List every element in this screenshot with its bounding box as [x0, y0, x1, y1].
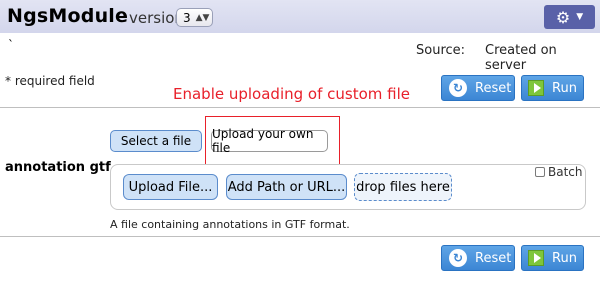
field-label-annotation-gtf: annotation gtf [5, 160, 111, 175]
batch-label: Batch [548, 165, 583, 179]
gear-icon: ⚙ [555, 7, 571, 27]
batch-toggle[interactable]: Batch [535, 165, 583, 179]
select-file-toggle[interactable]: Select a file [110, 130, 202, 152]
select-arrows-icon: ▲▼ [195, 12, 210, 23]
module-options-button[interactable]: ⚙ ▼ [544, 5, 595, 29]
reset-label: Reset [475, 80, 512, 96]
batch-checkbox[interactable] [535, 167, 545, 177]
version-select[interactable]: 3 ▲▼ [176, 8, 213, 27]
run-label: Run [552, 250, 577, 266]
reset-button-bottom[interactable]: ↻ Reset [441, 245, 515, 271]
tick-mark: ` [8, 38, 14, 52]
module-title: NgsModule [7, 5, 129, 27]
module-header: NgsModule version 3 ▲▼ ⚙ ▼ [0, 0, 600, 33]
drop-zone[interactable]: drop files here [354, 173, 452, 201]
version-value: 3 [183, 10, 191, 25]
field-help-text: A file containing annotations in GTF for… [110, 218, 350, 231]
reset-button[interactable]: ↻ Reset [441, 75, 515, 101]
add-path-url-button[interactable]: Add Path or URL... [226, 174, 347, 200]
play-icon [528, 250, 544, 266]
annotation-callout: Enable uploading of custom file [173, 85, 410, 103]
divider [0, 236, 600, 237]
run-button-bottom[interactable]: Run [521, 245, 584, 271]
reset-icon: ↻ [449, 79, 467, 97]
reset-label: Reset [475, 250, 512, 266]
reset-icon: ↻ [449, 249, 467, 267]
annotation-highlight-box [205, 116, 340, 167]
required-field-note: * required field [5, 74, 95, 88]
chevron-down-icon: ▼ [576, 12, 584, 22]
upload-file-button[interactable]: Upload File... [123, 174, 218, 200]
play-icon [528, 80, 544, 96]
source-label: Source: [416, 43, 466, 58]
divider [0, 107, 600, 108]
run-button[interactable]: Run [521, 75, 584, 101]
run-label: Run [552, 80, 577, 96]
source-value: Created on server [485, 43, 557, 73]
